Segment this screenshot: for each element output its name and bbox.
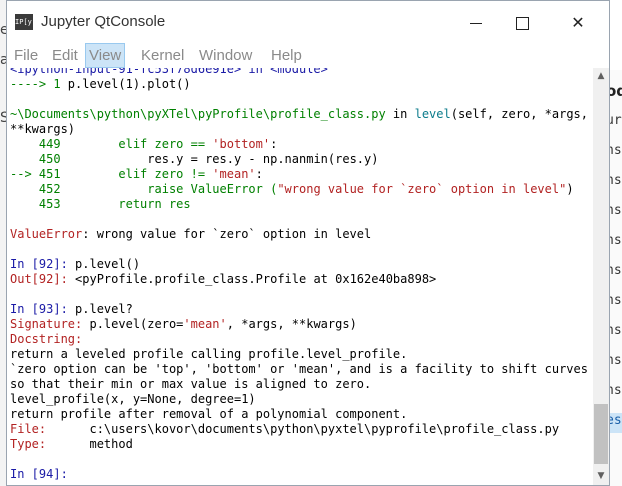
source-code: return res (60, 197, 191, 211)
traceback-path: ~\Documents\python\pyXTel\pyProfile\prof… (10, 107, 386, 121)
docstring-line: return a leveled profile calling profile… (10, 347, 408, 361)
close-button[interactable]: ✕ (556, 9, 600, 37)
input-prompt: In [92]: (10, 257, 76, 271)
line-number: --> 451 (10, 167, 61, 181)
console-output[interactable]: <ipython-input-91-fc53f78d6e91e> in <mod… (7, 68, 592, 485)
menu-help[interactable]: Help (268, 43, 305, 68)
signature-label: Signature: (10, 317, 83, 331)
maximize-button[interactable] (500, 9, 544, 37)
error-message: ValueError: wrong value for `zero` optio… (10, 227, 371, 242)
source-line: 450 res.y = res.y - np.nanmin(res.y) (10, 152, 379, 167)
menu-edit[interactable]: Edit (49, 43, 81, 68)
ipython-app-icon: IP[y] (15, 14, 36, 30)
source-code: elif zero != (60, 167, 213, 181)
type-line: Type: method (10, 437, 133, 452)
docstring-line: `zero option can be 'top', 'bottom' or '… (10, 362, 588, 376)
minimize-button[interactable] (454, 9, 498, 37)
source-line-current: --> 451 elif zero != 'mean': (10, 167, 263, 182)
maximize-icon (516, 17, 529, 30)
file-line: File: c:\users\kovor\documents\python\py… (10, 422, 559, 437)
line-number: 449 (10, 137, 61, 151)
type-value: method (46, 437, 133, 451)
source-line: 453 return res (10, 197, 191, 212)
close-icon: ✕ (571, 13, 585, 32)
scroll-down-icon[interactable]: ▼ (593, 468, 609, 485)
traceback-args-cont: **kwargs) (10, 122, 76, 136)
file-value: c:\users\kovor\documents\python\pyxtel\p… (46, 422, 560, 436)
line-number: 450 (10, 152, 61, 166)
error-text: : wrong value for `zero` option in level (82, 227, 372, 241)
traceback-code: p.level(1).plot() (67, 77, 191, 91)
scrollbar-thumb[interactable] (594, 404, 608, 464)
minimize-icon (470, 23, 482, 24)
signature-string: 'mean' (183, 317, 227, 331)
source-code: elif zero == (60, 137, 213, 151)
current-input-line[interactable]: In [94]: (10, 467, 68, 482)
type-label: Type: (10, 437, 47, 451)
source-end: : (255, 167, 263, 181)
source-end: ) (566, 182, 574, 196)
traceback-in: in (385, 107, 415, 121)
docstring-label: Docstring: (10, 332, 83, 346)
traceback-line: ----> 1 p.level(1).plot() (10, 77, 191, 92)
input-code: p.level? (75, 302, 133, 316)
source-code: raise ValueError ( (60, 182, 278, 196)
traceback-location: <ipython-input-91-fc53f78d6e91e> in <mod… (10, 68, 328, 76)
line-number: 452 (10, 182, 61, 196)
docstring-line: so that their min or max value is aligne… (10, 377, 372, 391)
menu-window[interactable]: Window (196, 43, 255, 68)
line-number: 453 (10, 197, 61, 211)
source-string: 'mean' (212, 167, 256, 181)
signature-code: p.level(zero= (82, 317, 184, 331)
input-prompt: In [94]: (10, 467, 68, 481)
menu-file[interactable]: File (11, 43, 41, 68)
output-line: Out[92]: <pyProfile.profile_class.Profil… (10, 272, 436, 287)
source-code: res.y = res.y - np.nanmin(res.y) (60, 152, 379, 166)
source-line: 452 raise ValueError ("wrong value for `… (10, 182, 574, 197)
input-line: In [92]: p.level() (10, 257, 140, 272)
source-string: "wrong value for `zero` option in level" (277, 182, 567, 196)
output-prompt: Out[92]: (10, 272, 76, 286)
menu-view[interactable]: View (85, 43, 126, 68)
input-code: p.level() (75, 257, 141, 271)
traceback-args: (self, zero, *args, (450, 107, 588, 121)
docstring-line: return profile after removal of a polyno… (10, 407, 408, 421)
input-line: In [93]: p.level? (10, 302, 133, 317)
source-line: 449 elif zero == 'bottom': (10, 137, 277, 152)
menu-kernel[interactable]: Kernel (138, 43, 187, 68)
error-type: ValueError (10, 227, 83, 241)
signature-end: , *args, **kwargs) (226, 317, 357, 331)
menu-bar: File Edit View Kernel Window Help (7, 43, 609, 68)
title-bar[interactable]: IP[y] Jupyter QtConsole ✕ (7, 1, 609, 43)
window-title: Jupyter QtConsole (41, 13, 166, 30)
scroll-up-icon[interactable]: ▲ (593, 68, 609, 85)
qtconsole-window: IP[y] Jupyter QtConsole ✕ File Edit View… (6, 0, 610, 486)
vertical-scrollbar[interactable]: ▲ ▼ (593, 68, 609, 485)
input-prompt: In [93]: (10, 302, 76, 316)
signature-line: Signature: p.level(zero='mean', *args, *… (10, 317, 357, 332)
docstring-line: level_profile(x, y=None, degree=1) (10, 392, 256, 406)
traceback-function: level (414, 107, 451, 121)
output-value: <pyProfile.profile_class.Profile at 0x16… (75, 272, 437, 286)
source-string: 'bottom' (212, 137, 271, 151)
traceback-file: ~\Documents\python\pyXTel\pyProfile\prof… (10, 107, 588, 122)
traceback-arrow: ----> 1 (10, 77, 68, 91)
source-end: : (270, 137, 278, 151)
file-label: File: (10, 422, 47, 436)
